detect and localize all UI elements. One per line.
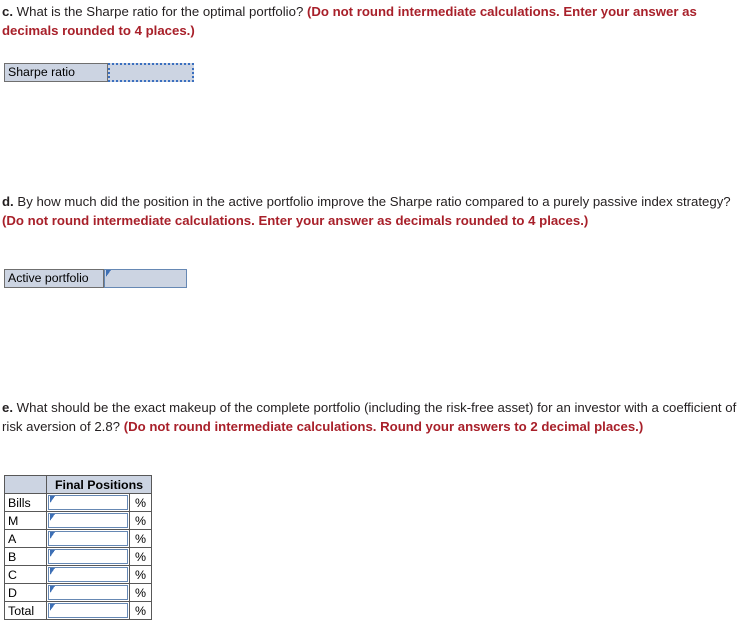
c-position-input[interactable] <box>48 567 128 582</box>
row-label-d: D <box>4 583 47 602</box>
row-unit-a: % <box>129 529 152 548</box>
m-position-input[interactable] <box>48 513 128 528</box>
question-c-prompt: What is the Sharpe ratio for the optimal… <box>13 4 307 19</box>
question-c-letter: c. <box>2 4 13 19</box>
row-label-bills: Bills <box>4 493 47 512</box>
row-label-m: M <box>4 511 47 530</box>
b-position-input[interactable] <box>48 549 128 564</box>
row-input-cell-d[interactable] <box>46 583 130 602</box>
table-header-row: Final Positions <box>4 475 152 494</box>
question-c: c. What is the Sharpe ratio for the opti… <box>2 2 750 40</box>
final-positions-table: Final Positions Bills % M % A % B % C % … <box>4 475 152 620</box>
text-caret-icon <box>50 604 55 611</box>
row-label-b: B <box>4 547 47 566</box>
question-d-emphasis: (Do not round intermediate calculations.… <box>2 213 589 228</box>
active-portfolio-answer-row: Active portfolio <box>4 269 187 288</box>
final-positions-body: Bills % M % A % B % C % D % Total % <box>4 493 152 620</box>
text-caret-icon <box>50 532 55 539</box>
row-unit-bills: % <box>129 493 152 512</box>
row-label-total: Total <box>4 601 47 620</box>
table-row: Total % <box>4 601 152 620</box>
d-position-input[interactable] <box>48 585 128 600</box>
text-caret-icon <box>50 568 55 575</box>
active-portfolio-input[interactable] <box>104 269 187 288</box>
active-portfolio-label: Active portfolio <box>4 269 104 288</box>
question-d-letter: d. <box>2 194 14 209</box>
text-caret-icon <box>50 586 55 593</box>
table-row: A % <box>4 529 152 548</box>
row-input-cell-a[interactable] <box>46 529 130 548</box>
a-position-input[interactable] <box>48 531 128 546</box>
question-e-emphasis: (Do not round intermediate calculations.… <box>123 419 644 434</box>
row-unit-total: % <box>129 601 152 620</box>
text-caret-icon <box>50 514 55 521</box>
row-input-cell-m[interactable] <box>46 511 130 530</box>
question-d: d. By how much did the position in the a… <box>2 192 750 230</box>
table-row: C % <box>4 565 152 584</box>
row-input-cell-total[interactable] <box>46 601 130 620</box>
text-caret-icon <box>50 496 55 503</box>
row-unit-d: % <box>129 583 152 602</box>
row-input-cell-b[interactable] <box>46 547 130 566</box>
sharpe-ratio-answer-row: Sharpe ratio <box>4 63 194 82</box>
table-corner-header <box>4 475 47 494</box>
sharpe-ratio-input[interactable] <box>108 63 194 82</box>
question-d-prompt: By how much did the position in the acti… <box>13 194 731 209</box>
table-row: Bills % <box>4 493 152 512</box>
sharpe-ratio-label: Sharpe ratio <box>4 63 108 82</box>
bills-position-input[interactable] <box>48 495 128 510</box>
table-row: B % <box>4 547 152 566</box>
text-caret-icon <box>50 550 55 557</box>
question-e: e. What should be the exact makeup of th… <box>2 398 752 436</box>
text-caret-icon <box>106 270 111 277</box>
row-label-c: C <box>4 565 47 584</box>
table-row: M % <box>4 511 152 530</box>
total-position-input[interactable] <box>48 603 128 618</box>
row-unit-m: % <box>129 511 152 530</box>
table-row: D % <box>4 583 152 602</box>
row-unit-b: % <box>129 547 152 566</box>
row-input-cell-c[interactable] <box>46 565 130 584</box>
question-e-letter: e. <box>2 400 13 415</box>
row-label-a: A <box>4 529 47 548</box>
final-positions-header: Final Positions <box>46 475 152 494</box>
row-input-cell-bills[interactable] <box>46 493 130 512</box>
row-unit-c: % <box>129 565 152 584</box>
